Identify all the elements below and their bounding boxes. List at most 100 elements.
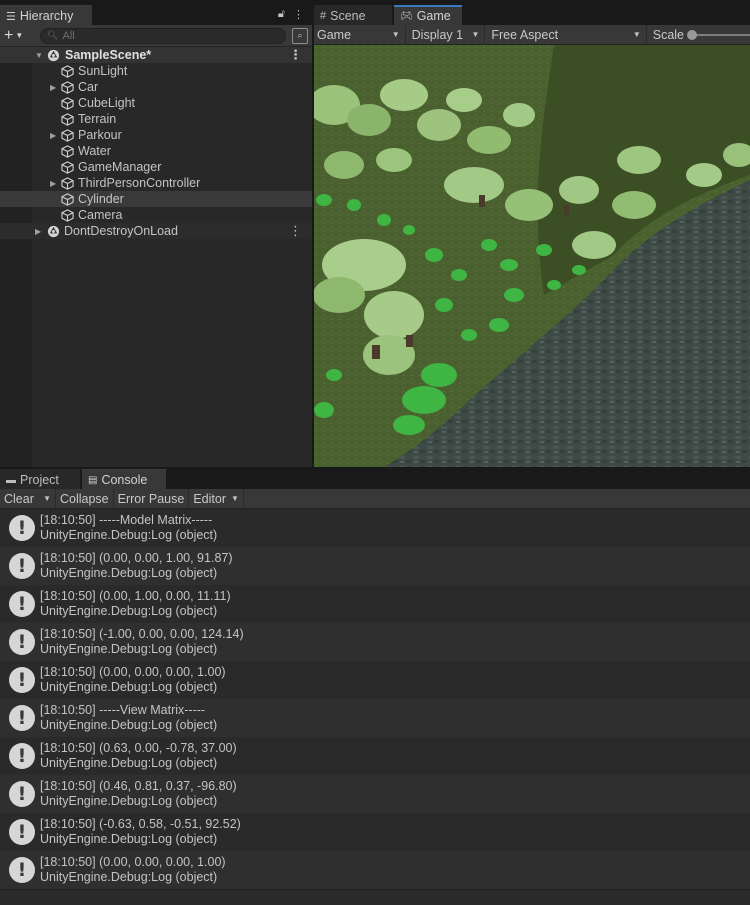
log-stacktrace: UnityEngine.Debug:Log (object) [40,566,218,580]
tree-row-parkour[interactable]: ▶ Parkour [0,127,312,143]
tree-row-dontdestroyonload[interactable]: ▶ DontDestroyOnLoad ⋮ [0,223,312,239]
log-entry[interactable]: ! [18:10:50] (0.46, 0.81, 0.37, -96.80) U… [0,775,750,813]
console-icon: ▤ [88,474,98,486]
scale-slider[interactable] [687,29,750,40]
log-stacktrace: UnityEngine.Debug:Log (object) [40,528,218,542]
display-dropdown[interactable]: Display 1 ▼ [406,24,486,45]
view-mode-value: Game [317,27,352,42]
dontdestroy-menu-icon[interactable]: ⋮ [289,223,302,239]
tree-row-water[interactable]: Water [0,143,312,159]
grid-icon: # [320,10,327,22]
aspect-dropdown[interactable]: Free Aspect ▼ [485,24,647,45]
unity-scene-icon [47,49,60,61]
scene-search-icon[interactable]: ⌕ [292,27,308,44]
log-entry[interactable]: ! [18:10:50] (0.63, 0.00, -0.78, 37.00) U… [0,737,750,775]
chevron-down-icon: ▼ [391,30,400,39]
folder-icon: ▬ [6,474,16,486]
tab-hierarchy-label: Hierarchy [19,9,74,23]
gameobject-cube-icon [61,144,74,158]
log-entry[interactable]: ! [18:10:50] (0.00, 1.00, 0.00, 11.11) Un… [0,585,750,623]
foldout-collapsed-icon[interactable]: ▶ [50,131,60,140]
clear-button[interactable]: Clear ▼ [0,488,56,509]
gameobject-cube-icon [61,176,74,190]
info-icon: ! [9,705,35,731]
display-value: Display 1 [411,27,464,42]
scale-control: Scale [647,28,750,42]
lock-icon[interactable]: 🔓︎ [278,8,285,21]
create-button[interactable]: + ▼ [4,27,34,45]
log-stacktrace: UnityEngine.Debug:Log (object) [40,832,218,846]
tree-item-label: CubeLight [78,96,135,110]
tab-game-label: Game [416,9,451,23]
tree-item-label: Camera [78,208,123,222]
log-entry[interactable]: ! [18:10:50] -----View Matrix----- UnityE… [0,699,750,737]
tab-project[interactable]: ▬ Project [0,469,80,489]
tree-row-scene[interactable]: ▼ SampleScene* ⋮ [0,47,312,63]
chevron-down-icon: ▼ [15,31,24,40]
tree-item-label: Parkour [78,128,122,142]
hierarchy-search-input[interactable]: 🔍︎ All [40,27,286,44]
info-icon: ! [9,629,35,655]
tree-row-cubelight[interactable]: CubeLight [0,95,312,111]
log-entry[interactable]: ! [18:10:50] (-1.00, 0.00, 0.00, 124.14)… [0,623,750,661]
chevron-down-icon: ▼ [231,494,239,503]
log-stacktrace: UnityEngine.Debug:Log (object) [40,642,218,656]
log-entry[interactable]: ! [18:10:50] (0.00, 0.00, 0.00, 1.00) Uni… [0,851,750,889]
log-entry[interactable]: ! [18:10:50] (-0.63, 0.58, -0.51, 92.52)… [0,813,750,851]
tree-item-label: Cylinder [78,192,124,206]
gameobject-cube-icon [61,192,74,206]
log-stacktrace: UnityEngine.Debug:Log (object) [40,680,218,694]
tree-row-terrain[interactable]: Terrain [0,111,312,127]
info-icon: ! [9,819,35,845]
log-entry[interactable]: ! [18:10:50] (0.00, 0.00, 1.00, 91.87) Un… [0,547,750,585]
log-message: [18:10:50] (0.46, 0.81, 0.37, -96.80) [40,779,237,793]
kebab-menu-icon[interactable]: ⋮ [293,8,304,21]
game-viewport[interactable] [314,45,750,467]
editor-dropdown[interactable]: Editor ▼ [189,488,244,509]
gameobject-cube-icon [61,80,74,94]
tab-scene[interactable]: # Scene [314,5,392,25]
game-render-image [314,45,750,467]
tree-row-sunlight[interactable]: SunLight [0,63,312,79]
log-entry[interactable]: ! [18:10:50] -----Model Matrix----- Unity… [0,509,750,547]
log-message: [18:10:50] (-0.63, 0.58, -0.51, 92.52) [40,817,241,831]
scale-slider-knob[interactable] [687,29,698,40]
plus-icon: + [4,26,14,44]
tree-row-car[interactable]: ▶ Car [0,79,312,95]
console-panel: ▬ Project ▤ Console Clear ▼ Collapse Err… [0,469,750,905]
error-pause-button[interactable]: Error Pause [114,488,190,509]
tab-hierarchy[interactable]: ☰ Hierarchy [0,5,92,25]
collapse-button[interactable]: Collapse [56,488,114,509]
tree-row-thirdpersoncontroller[interactable]: ▶ ThirdPersonController [0,175,312,191]
game-tabbar: # Scene 🎮︎ Game [314,5,750,25]
hierarchy-toolbar: + ▼ 🔍︎ All ⌕ [0,25,312,47]
editor-label: Editor [193,491,226,506]
tab-game[interactable]: 🎮︎ Game [394,5,462,25]
tree-row-gamemanager[interactable]: GameManager [0,159,312,175]
view-mode-dropdown[interactable]: Game ▼ [314,24,406,45]
foldout-collapsed-icon[interactable]: ▶ [35,227,45,236]
hierarchy-tabbar: ☰ Hierarchy 🔓︎ ⋮ [0,5,312,25]
tree-item-label: Car [78,80,99,94]
tree-row-camera[interactable]: Camera [0,207,312,223]
console-toolbar: Clear ▼ Collapse Error Pause Editor ▼ [0,488,750,509]
foldout-collapsed-icon[interactable]: ▶ [50,179,60,188]
clear-label: Clear [4,491,34,506]
log-entry[interactable]: ! [18:10:50] (0.00, 0.00, 0.00, 1.00) Uni… [0,661,750,699]
game-toolbar: Game ▼ Display 1 ▼ Free Aspect ▼ Scale [314,24,750,45]
foldout-collapsed-icon[interactable]: ▶ [50,83,60,92]
tab-console[interactable]: ▤ Console [82,469,166,489]
tree-item-label: Terrain [78,112,117,126]
foldout-expanded-icon[interactable]: ▼ [35,51,45,60]
log-message: [18:10:50] (0.00, 0.00, 0.00, 1.00) [40,855,226,869]
scene-menu-icon[interactable]: ⋮ [289,47,302,63]
log-message: [18:10:50] (0.00, 0.00, 0.00, 1.00) [40,665,226,679]
info-icon: ! [9,743,35,769]
chevron-down-icon[interactable]: ▼ [43,494,51,503]
log-stacktrace: UnityEngine.Debug:Log (object) [40,794,218,808]
tree-row-cylinder[interactable]: Cylinder [0,191,312,207]
gameobject-cube-icon [61,208,74,222]
info-icon: ! [9,667,35,693]
tree-item-label: SunLight [78,64,128,78]
log-message: [18:10:50] (0.00, 1.00, 0.00, 11.11) [40,589,231,603]
